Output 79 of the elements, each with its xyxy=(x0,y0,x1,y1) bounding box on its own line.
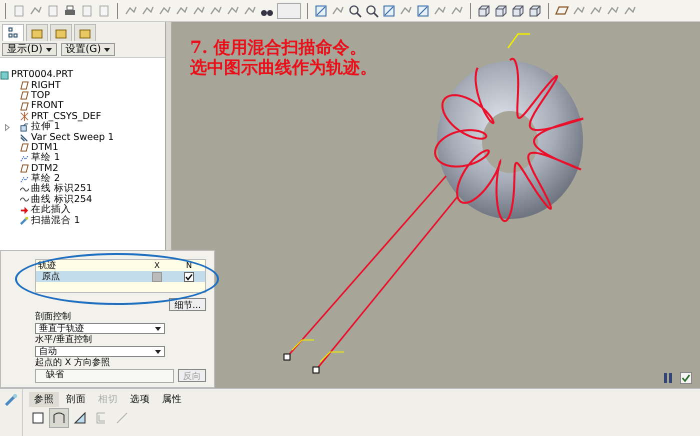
sketch-icon xyxy=(20,154,29,163)
tree-menu-button[interactable]: 设置(G) xyxy=(60,43,116,56)
cube-icon[interactable] xyxy=(477,4,491,18)
dashboard-tab[interactable]: 剖面 xyxy=(61,392,91,407)
datum-tag-icon xyxy=(320,352,344,362)
details-button[interactable]: 细节... xyxy=(169,298,206,311)
tree-item[interactable]: 在此插入 xyxy=(31,205,71,216)
tree-item[interactable]: 曲线 标识251 xyxy=(31,184,92,194)
plane-icon xyxy=(20,143,29,152)
tree-item[interactable]: RIGHT xyxy=(31,80,61,91)
tree-item[interactable]: 草绘 2 xyxy=(31,174,60,184)
instruction-text: 7. 使用混合扫描命令。 选中图示曲线作为轨迹。 xyxy=(190,38,377,78)
datum-tag-icon xyxy=(292,340,314,350)
cube-icon[interactable] xyxy=(528,4,542,18)
tree-item[interactable]: DTM1 xyxy=(31,142,58,153)
plane-icon[interactable] xyxy=(555,4,569,18)
dropdown[interactable]: 自动 xyxy=(35,346,165,357)
tree-item[interactable]: FRONT xyxy=(31,101,64,112)
folder-icon xyxy=(55,27,67,39)
end-point-icon xyxy=(312,366,320,374)
folder-tab[interactable] xyxy=(26,24,48,41)
fit-icon[interactable] xyxy=(382,4,396,18)
tree-item[interactable]: 草绘 1 xyxy=(31,153,60,164)
tree-item[interactable]: TOP xyxy=(31,90,50,101)
folder-tab[interactable] xyxy=(50,24,72,41)
expand-icon[interactable] xyxy=(5,124,10,131)
tree-item[interactable]: DTM2 xyxy=(31,164,58,174)
folder-icon xyxy=(79,27,91,39)
confirm-button[interactable] xyxy=(680,372,692,384)
zoom-out-icon[interactable] xyxy=(365,4,379,18)
folder-tab[interactable] xyxy=(74,24,96,41)
tree-item[interactable]: 曲线 标识254 xyxy=(31,194,92,205)
caret-icon xyxy=(155,326,161,330)
checkbox[interactable] xyxy=(184,272,194,282)
column-header: X xyxy=(153,261,161,270)
column-header: N xyxy=(185,261,193,270)
caret-icon xyxy=(46,48,52,52)
sweep-icon xyxy=(20,133,29,142)
part-icon xyxy=(0,70,9,80)
blend-icon xyxy=(20,216,29,226)
splitter-handle[interactable] xyxy=(165,22,172,250)
field-label: 水平/垂直控制 xyxy=(35,335,94,345)
tree-item[interactable]: PRT_CSYS_DEF xyxy=(31,112,102,122)
dashboard-tab[interactable]: 属性 xyxy=(157,392,187,407)
tree-icon xyxy=(7,27,19,39)
start-point-icon xyxy=(284,354,290,360)
block-icon xyxy=(20,122,29,132)
tree-menu-button[interactable]: 显示(D) xyxy=(2,43,57,56)
trajectory-row[interactable]: 原点 xyxy=(36,271,205,282)
field-label: 起点的 X 方向参照 xyxy=(35,358,111,368)
table-cell-text: 原点 xyxy=(41,270,61,283)
folder-icon xyxy=(31,27,43,39)
datum-tag-icon xyxy=(507,33,530,48)
new-file-icon[interactable] xyxy=(12,4,26,18)
sketch-icon xyxy=(20,174,29,184)
dashboard-tab[interactable]: 选项 xyxy=(125,392,155,407)
zoom-in-icon[interactable] xyxy=(348,4,362,18)
caret-icon xyxy=(104,48,110,52)
plane-icon xyxy=(20,164,29,174)
caret-icon xyxy=(155,350,161,354)
model-tree-tab[interactable] xyxy=(2,24,24,41)
selection-field[interactable] xyxy=(277,2,301,18)
field-label: 剖面控制 xyxy=(35,312,72,322)
cube-icon[interactable] xyxy=(494,4,508,18)
cube-icon[interactable] xyxy=(511,4,525,18)
axes-icon xyxy=(20,112,29,122)
dropdown[interactable]: 垂直于轨迹 xyxy=(35,323,165,334)
reference-field[interactable]: 缺省 xyxy=(35,369,174,383)
arrow-icon xyxy=(20,206,29,215)
tree-item[interactable]: Var Sect Sweep 1 xyxy=(31,132,114,143)
surface-icon[interactable] xyxy=(50,409,68,427)
window-icon[interactable] xyxy=(97,4,111,18)
tree-item[interactable]: 扫描混合 1 xyxy=(31,216,80,226)
blend-icon xyxy=(4,393,18,407)
printer-icon[interactable] xyxy=(63,4,77,18)
pause-button[interactable] xyxy=(662,372,674,384)
tree-item[interactable]: 拉伸 1 xyxy=(31,122,60,132)
dashboard-tab[interactable]: 参照 xyxy=(29,392,59,407)
tree-item[interactable]: PRT0004.PRT xyxy=(11,70,74,80)
